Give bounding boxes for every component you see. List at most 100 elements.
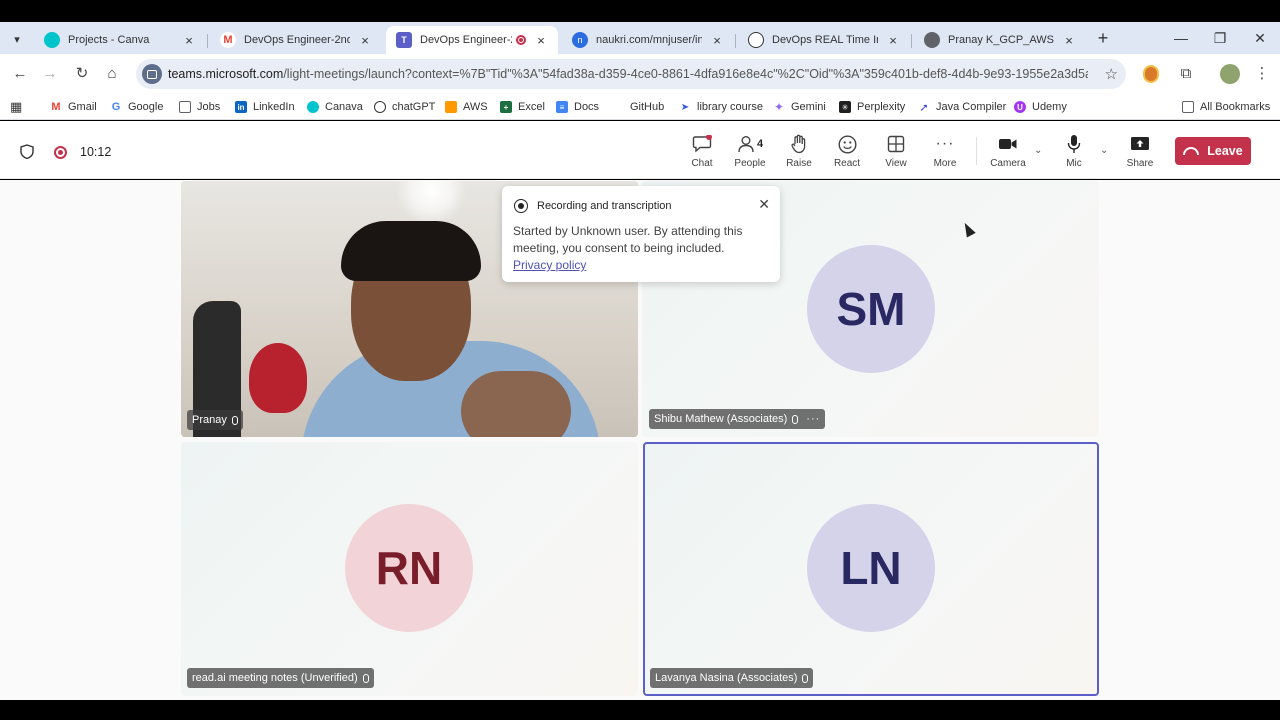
- minimize-button[interactable]: —: [1170, 28, 1192, 48]
- google-icon: G: [111, 101, 121, 113]
- bookmark-docs[interactable]: ≡ Docs: [556, 99, 599, 115]
- camera-icon: [984, 133, 1032, 155]
- globe-icon: [924, 32, 940, 48]
- participant-tile-lavanya[interactable]: LN Lavanya Nasina (Associates): [643, 442, 1099, 696]
- privacy-policy-link[interactable]: Privacy policy: [513, 258, 586, 272]
- bookmark-udemy[interactable]: U Udemy: [1014, 99, 1067, 115]
- smiley-icon: [823, 133, 871, 155]
- view-button[interactable]: View: [872, 133, 920, 173]
- bookmark-excel[interactable]: + Excel: [500, 99, 545, 115]
- site-info-icon[interactable]: [142, 64, 162, 84]
- new-tab-button[interactable]: +: [1092, 28, 1114, 50]
- bookmark-canava[interactable]: Canava: [307, 99, 363, 115]
- meeting-header: 10:12 Chat 4 People Raise React View ···…: [0, 121, 1280, 179]
- bookmark-java-compiler[interactable]: ➚ Java Compiler: [918, 99, 1006, 115]
- tab-gmail[interactable]: M DevOps Engineer-2nd Te ×: [210, 26, 382, 54]
- chat-button[interactable]: Chat: [678, 133, 726, 173]
- participant-hair: [341, 221, 481, 281]
- bookmark-jobs[interactable]: Jobs: [179, 99, 220, 115]
- bookmark-gemini[interactable]: ✦ Gemini: [773, 99, 826, 115]
- top-letterbox: [0, 0, 1280, 22]
- mic-button[interactable]: Mic: [1050, 133, 1098, 173]
- extension-icon[interactable]: [1143, 65, 1159, 83]
- forward-icon[interactable]: →: [40, 64, 60, 84]
- address-bar[interactable]: teams.microsoft.com/light-meetings/launc…: [136, 59, 1126, 89]
- camera-options-chevron-icon[interactable]: ⌄: [1034, 145, 1042, 156]
- bookmark-gmail[interactable]: M Gmail: [50, 99, 96, 115]
- close-icon[interactable]: ×: [358, 33, 372, 48]
- all-bookmarks[interactable]: All Bookmarks: [1182, 99, 1270, 115]
- tab-label: Projects - Canva: [68, 34, 150, 46]
- perplexity-icon: ✳: [839, 101, 851, 113]
- people-button[interactable]: 4 People: [726, 133, 774, 173]
- close-icon[interactable]: ×: [886, 33, 900, 48]
- bookmark-linkedin[interactable]: in LinkedIn: [235, 99, 295, 115]
- shield-icon[interactable]: [20, 144, 34, 159]
- more-button[interactable]: ··· More: [921, 133, 969, 173]
- excel-icon: +: [500, 101, 512, 113]
- bookmark-library-course[interactable]: ➤ library course: [679, 99, 763, 115]
- avatar: RN: [345, 504, 473, 632]
- folder-icon: [179, 101, 191, 113]
- bottom-letterbox: [0, 700, 1280, 720]
- bookmark-github[interactable]: GitHub: [612, 99, 664, 115]
- tab-canva[interactable]: Projects - Canva ×: [34, 26, 206, 54]
- hand-icon: [775, 133, 823, 155]
- share-icon: [1116, 133, 1164, 155]
- recording-icon: [514, 199, 528, 213]
- tab-chatgpt[interactable]: DevOps REAL Time Inter ×: [738, 26, 910, 54]
- extensions-puzzle-icon[interactable]: ⧉: [1176, 64, 1196, 84]
- browser-toolbar: ← → ↻ ⌂ teams.microsoft.com/light-meetin…: [0, 54, 1280, 94]
- url-text[interactable]: teams.microsoft.com/light-meetings/launc…: [168, 67, 1088, 81]
- browser-menu-icon[interactable]: ⋮: [1252, 64, 1272, 84]
- back-icon[interactable]: ←: [10, 64, 30, 84]
- profile-avatar[interactable]: [1220, 64, 1240, 84]
- home-icon[interactable]: ⌂: [102, 64, 122, 84]
- react-button[interactable]: React: [823, 133, 871, 173]
- meeting-timer: 10:12: [80, 145, 112, 159]
- tab-teams[interactable]: T DevOps Engineer-2n ×: [386, 26, 558, 54]
- udemy-icon: U: [1014, 101, 1026, 113]
- bookmark-star-icon[interactable]: ☆: [1105, 65, 1118, 83]
- tab-naukri[interactable]: n naukri.com/mnjuser/inbo ×: [562, 26, 734, 54]
- close-icon[interactable]: ×: [534, 33, 548, 48]
- recording-indicator-icon: [54, 146, 67, 159]
- bookmark-google[interactable]: G Google: [110, 99, 164, 115]
- reload-icon[interactable]: ↻: [72, 64, 92, 84]
- library-icon: ➤: [680, 101, 690, 113]
- bookmark-perplexity[interactable]: ✳ Perplexity: [839, 99, 905, 115]
- bookmarks-bar: ▦ M Gmail G Google Jobs in LinkedIn Canava …: [0, 94, 1280, 120]
- mic-options-chevron-icon[interactable]: ⌄: [1100, 145, 1108, 156]
- more-icon: ···: [935, 135, 955, 152]
- camera-button[interactable]: Camera: [984, 133, 1032, 173]
- bookmark-aws[interactable]: AWS: [445, 99, 488, 115]
- raise-hand-button[interactable]: Raise: [775, 133, 823, 173]
- leave-button[interactable]: Leave: [1175, 137, 1251, 165]
- participant-name-tag: Pranay: [187, 410, 243, 430]
- close-icon[interactable]: ✕: [758, 196, 770, 213]
- apps-grid-icon[interactable]: ▦: [10, 99, 22, 115]
- tab-label: DevOps REAL Time Inter: [772, 34, 878, 46]
- people-icon: 4: [726, 133, 774, 155]
- toolbar-divider: [976, 137, 977, 165]
- avatar: LN: [807, 504, 935, 632]
- window-close-button[interactable]: ✕: [1249, 28, 1271, 48]
- participant-name-tag: Shibu Mathew (Associates) ···: [649, 409, 826, 429]
- close-icon[interactable]: ×: [182, 33, 196, 48]
- tab-search-button[interactable]: ▾: [6, 28, 28, 50]
- mic-icon: [802, 673, 809, 683]
- close-icon[interactable]: ×: [710, 33, 724, 48]
- bookmark-chatgpt[interactable]: chatGPT: [374, 99, 435, 115]
- more-options-icon[interactable]: ···: [806, 413, 820, 425]
- mic-muted-icon: [362, 673, 369, 683]
- avatar: SM: [807, 245, 935, 373]
- tab-label: DevOps Engineer-2n: [420, 34, 512, 46]
- tab-strip: ▾ Projects - Canva × M DevOps Engineer-2…: [0, 22, 1280, 54]
- tab-label: naukri.com/mnjuser/inbo: [596, 34, 702, 46]
- close-icon[interactable]: ×: [1062, 33, 1076, 48]
- notification-title: Recording and transcription: [537, 200, 672, 212]
- tab-resume[interactable]: Pranay K_GCP_AWS Dev ×: [914, 26, 1086, 54]
- participant-tile-readai[interactable]: RN read.ai meeting notes (Unverified): [181, 442, 638, 696]
- restore-button[interactable]: ❐: [1209, 28, 1231, 48]
- share-button[interactable]: Share: [1116, 133, 1164, 173]
